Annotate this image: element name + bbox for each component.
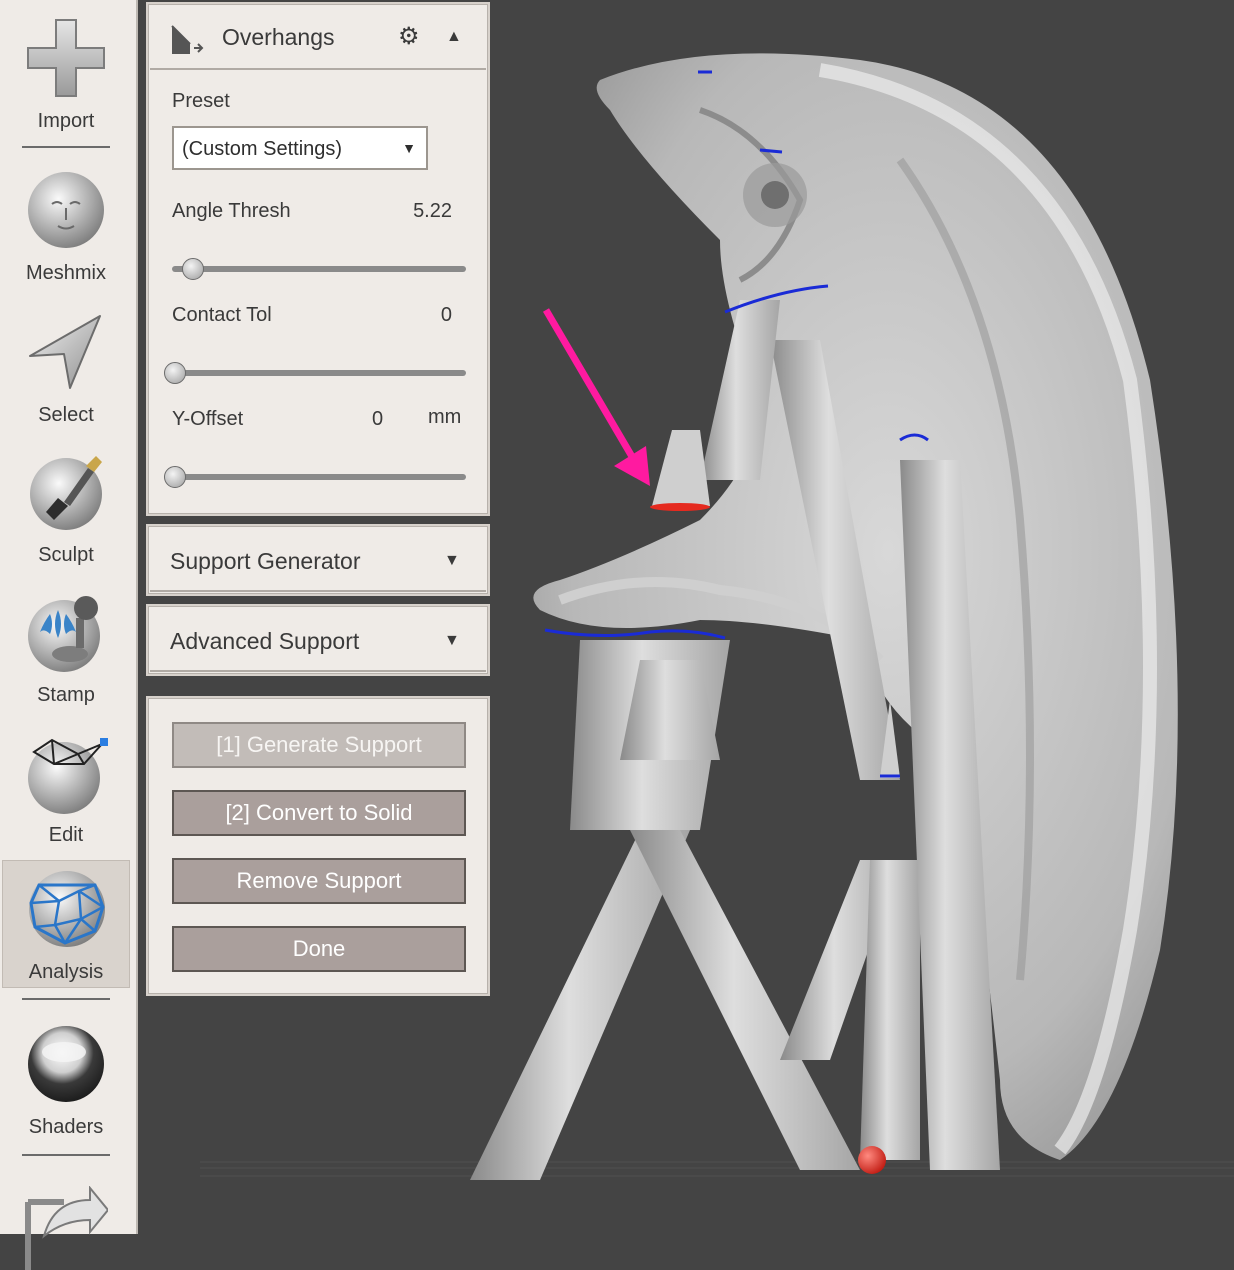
export-tool[interactable] xyxy=(0,1182,132,1270)
floor-grid xyxy=(200,1161,1234,1177)
angle-thresh-slider[interactable] xyxy=(172,258,466,280)
preset-value: (Custom Settings) xyxy=(182,138,343,160)
y-offset-unit: mm xyxy=(428,406,462,428)
toolbar-divider xyxy=(22,146,110,148)
overhang-highlight xyxy=(650,503,710,511)
plus-icon xyxy=(27,19,105,97)
contact-tol-value[interactable]: 0 xyxy=(441,304,452,327)
expand-caret-icon[interactable]: ▼ xyxy=(444,552,460,570)
sculpt-tool[interactable]: Sculpt xyxy=(0,444,132,570)
support-actions-panel: [1] Generate Support [2] Convert to Soli… xyxy=(146,696,490,996)
contact-tol-label: Contact Tol xyxy=(172,304,272,326)
shaders-label: Shaders xyxy=(28,1116,104,1138)
meshmix-label: Meshmix xyxy=(25,262,106,284)
angle-thresh-value[interactable]: 5.22 xyxy=(413,200,452,223)
stamp-label: Stamp xyxy=(37,684,95,706)
chevron-down-icon: ▼ xyxy=(402,140,416,156)
edit-label: Edit xyxy=(48,824,84,846)
edit-mesh-icon xyxy=(28,738,108,814)
angle-thresh-label: Angle Thresh xyxy=(172,200,291,222)
contact-tol-knob[interactable] xyxy=(164,362,186,384)
brush-sphere-icon xyxy=(30,456,102,530)
generate-support-button[interactable]: [1] Generate Support xyxy=(172,722,466,768)
support-generator-title: Support Generator xyxy=(170,548,361,574)
overhangs-panel: Overhangs ⚙ ▲ Preset (Custom Settings) ▼… xyxy=(146,2,490,516)
tool-sidebar: Import Meshmix Select Sculpt Stamp Edit … xyxy=(0,0,138,1270)
y-offset-value[interactable]: 0 xyxy=(372,408,383,431)
support-generator-panel[interactable]: Support Generator ▼ xyxy=(146,524,490,596)
toolbar-divider xyxy=(22,1154,110,1156)
select-tool[interactable]: Select xyxy=(0,304,132,430)
stamp-tool[interactable]: Stamp xyxy=(0,584,132,710)
analysis-tool[interactable]: Analysis xyxy=(2,860,130,988)
panel-header-divider xyxy=(150,590,486,592)
advanced-support-title: Advanced Support xyxy=(170,628,360,654)
edit-tool[interactable]: Edit xyxy=(0,724,132,850)
preset-label: Preset xyxy=(172,90,230,112)
advanced-support-panel[interactable]: Advanced Support ▼ xyxy=(146,604,490,676)
analysis-label: Analysis xyxy=(28,961,104,983)
overhangs-title: Overhangs xyxy=(222,24,335,50)
panel-header-divider xyxy=(150,68,486,70)
overhang-point-marker xyxy=(858,1146,886,1174)
y-offset-knob[interactable] xyxy=(164,466,186,488)
preset-dropdown[interactable]: (Custom Settings) ▼ xyxy=(172,126,428,170)
shaders-tool[interactable]: Shaders xyxy=(0,1016,132,1146)
expand-caret-icon[interactable]: ▼ xyxy=(444,632,460,650)
convert-to-solid-button[interactable]: [2] Convert to Solid xyxy=(172,790,466,836)
import-label: Import xyxy=(37,110,95,132)
angle-thresh-knob[interactable] xyxy=(181,258,204,280)
gear-icon[interactable]: ⚙ xyxy=(398,22,420,51)
y-offset-label: Y-Offset xyxy=(172,408,244,430)
face-sphere-icon xyxy=(28,172,104,248)
export-arrow-icon xyxy=(25,1186,108,1270)
contact-tol-slider[interactable] xyxy=(164,362,466,384)
overhang-tool-icon xyxy=(171,25,204,54)
select-label: Select xyxy=(38,404,94,426)
collapse-caret-icon[interactable]: ▲ xyxy=(446,28,462,46)
annotation-arrow xyxy=(542,308,650,486)
toolbar-divider xyxy=(22,998,110,1000)
done-button[interactable]: Done xyxy=(172,926,466,972)
panel-header-divider xyxy=(150,670,486,672)
chrome-sphere-icon xyxy=(28,1026,104,1102)
sculpt-label: Sculpt xyxy=(38,544,94,566)
stamp-icon xyxy=(28,596,100,672)
meshmix-tool[interactable]: Meshmix xyxy=(0,162,132,288)
analysis-mesh-icon xyxy=(29,871,105,947)
remove-support-button[interactable]: Remove Support xyxy=(172,858,466,904)
arrow-cursor-icon xyxy=(29,315,101,389)
y-offset-slider[interactable] xyxy=(164,466,466,488)
import-tool[interactable]: Import xyxy=(0,12,132,132)
